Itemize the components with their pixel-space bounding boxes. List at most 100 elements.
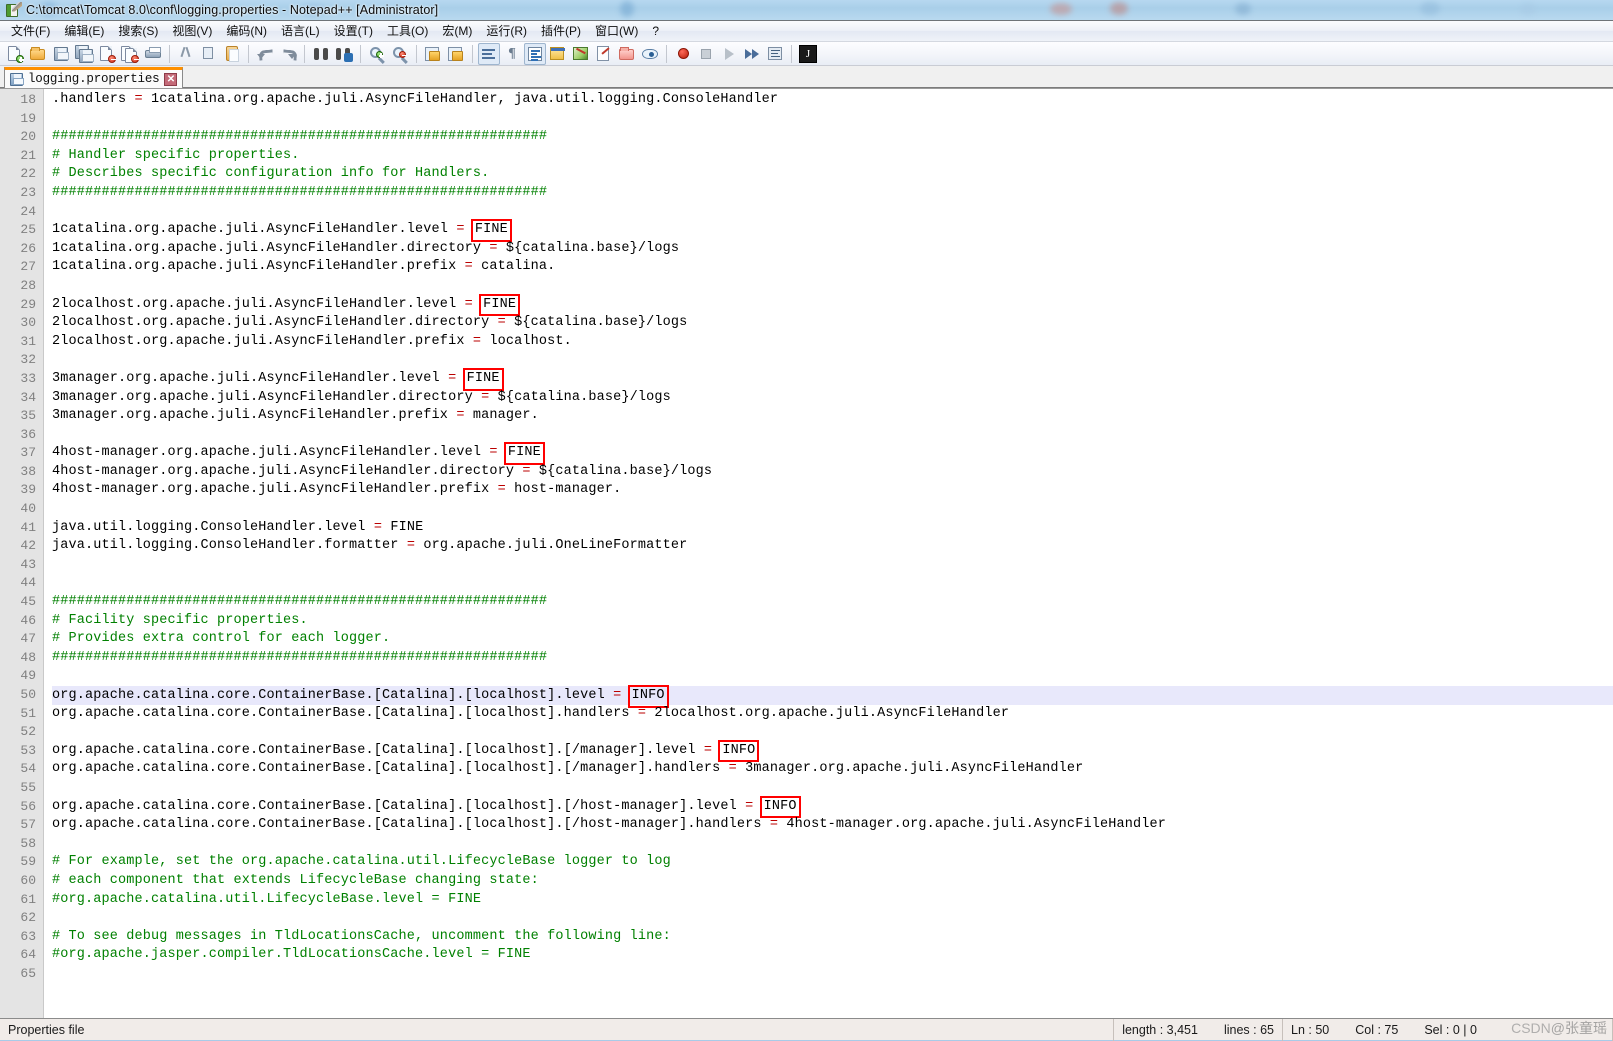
code-line[interactable]	[52, 835, 1613, 854]
code-line[interactable]: .handlers = 1catalina.org.apache.juli.As…	[52, 91, 1613, 110]
menu-window[interactable]: 窗口(W)	[588, 20, 645, 42]
sync-horizontal-scroll-icon[interactable]	[445, 43, 467, 65]
code-line[interactable]	[52, 909, 1613, 928]
code-line[interactable]: ########################################…	[52, 184, 1613, 203]
sync-vertical-scroll-icon[interactable]	[422, 43, 444, 65]
code-line[interactable]	[52, 723, 1613, 742]
run-icon[interactable]: J	[797, 43, 819, 65]
menu-encoding[interactable]: 编码(N)	[219, 20, 274, 42]
code-line[interactable]	[52, 426, 1613, 445]
save-all-icon[interactable]	[73, 43, 95, 65]
run-macro-multiple-icon[interactable]	[741, 43, 763, 65]
line-number: 46	[20, 612, 36, 628]
code-line[interactable]	[52, 351, 1613, 370]
copy-icon[interactable]	[198, 43, 220, 65]
code-line[interactable]: org.apache.catalina.core.ContainerBase.[…	[52, 685, 1613, 708]
title-bar[interactable]: C:\tomcat\Tomcat 8.0\conf\logging.proper…	[0, 0, 1613, 20]
folder-as-workspace-icon[interactable]	[616, 43, 638, 65]
code-line[interactable]	[52, 500, 1613, 519]
close-file-icon[interactable]	[96, 43, 118, 65]
menu-view[interactable]: 视图(V)	[165, 20, 219, 42]
zoom-in-icon[interactable]	[366, 43, 388, 65]
zoom-out-icon[interactable]	[389, 43, 411, 65]
function-list-icon[interactable]	[593, 43, 615, 65]
code-line[interactable]: #org.apache.jasper.compiler.TldLocations…	[52, 946, 1613, 965]
menu-file[interactable]: 文件(F)	[4, 20, 57, 42]
cut-icon[interactable]	[175, 43, 197, 65]
code-line[interactable]: org.apache.catalina.core.ContainerBase.[…	[52, 739, 1613, 763]
code-line[interactable]: # Handler specific properties.	[52, 147, 1613, 166]
word-wrap-icon[interactable]	[478, 42, 500, 65]
code-line[interactable]: 3manager.org.apache.juli.AsyncFileHandle…	[52, 389, 1613, 408]
code-line[interactable]: 3manager.org.apache.juli.AsyncFileHandle…	[52, 367, 1613, 391]
replace-icon[interactable]	[333, 43, 355, 65]
menu-tools[interactable]: 工具(O)	[380, 20, 435, 42]
redo-icon[interactable]	[277, 43, 299, 65]
close-all-files-icon[interactable]	[119, 43, 141, 65]
code-line[interactable]: 1catalina.org.apache.juli.AsyncFileHandl…	[52, 219, 1613, 242]
operator-equals: =	[464, 296, 473, 312]
code-line[interactable]	[52, 667, 1613, 686]
user-defined-dialog-icon[interactable]	[547, 43, 569, 65]
stop-recording-icon[interactable]	[695, 43, 717, 65]
code-line[interactable]: 4host-manager.org.apache.juli.AsyncFileH…	[52, 442, 1613, 465]
editor-area[interactable]: 18 19 20 21 22 23 24 25 26 27 28 29 30 31 32 33 34 35 36 37…	[0, 88, 1613, 1018]
code-line[interactable]: 1catalina.org.apache.juli.AsyncFileHandl…	[52, 240, 1613, 259]
playback-macro-icon[interactable]	[718, 43, 740, 65]
new-file-icon[interactable]	[4, 43, 26, 65]
paste-icon[interactable]	[221, 43, 243, 65]
menu-help[interactable]: ?	[645, 22, 666, 41]
code-line[interactable]: org.apache.catalina.core.ContainerBase.[…	[52, 795, 1613, 819]
open-file-icon[interactable]	[27, 43, 49, 65]
code-line[interactable]: 4host-manager.org.apache.juli.AsyncFileH…	[52, 463, 1613, 482]
code-line[interactable]: 1catalina.org.apache.juli.AsyncFileHandl…	[52, 258, 1613, 277]
code-line[interactable]: org.apache.catalina.core.ContainerBase.[…	[52, 705, 1613, 724]
menu-run[interactable]: 运行(R)	[479, 20, 534, 42]
record-macro-icon[interactable]	[672, 43, 694, 65]
code-line[interactable]	[52, 203, 1613, 222]
undo-icon[interactable]	[254, 43, 276, 65]
show-all-characters-icon[interactable]: ¶	[501, 43, 523, 65]
code-line[interactable]: ########################################…	[52, 593, 1613, 612]
code-line[interactable]: org.apache.catalina.core.ContainerBase.[…	[52, 760, 1613, 779]
code-line[interactable]	[52, 779, 1613, 798]
print-icon[interactable]	[142, 43, 164, 65]
code-line[interactable]: 4host-manager.org.apache.juli.AsyncFileH…	[52, 481, 1613, 500]
code-line[interactable]: java.util.logging.ConsoleHandler.formatt…	[52, 537, 1613, 556]
code-line[interactable]: org.apache.catalina.core.ContainerBase.[…	[52, 816, 1613, 835]
code-line[interactable]: #org.apache.catalina.util.LifecycleBase.…	[52, 891, 1613, 910]
code-line[interactable]	[52, 277, 1613, 296]
save-macro-icon[interactable]	[764, 43, 786, 65]
tab-logging-properties[interactable]: logging.properties ✕	[4, 67, 184, 88]
code-line[interactable]: ########################################…	[52, 128, 1613, 147]
code-line[interactable]: 2localhost.org.apache.juli.AsyncFileHand…	[52, 293, 1613, 317]
code-line[interactable]: # To see debug messages in TldLocationsC…	[52, 928, 1613, 947]
menu-edit[interactable]: 编辑(E)	[57, 20, 111, 42]
code-line[interactable]: # Provides extra control for each logger…	[52, 630, 1613, 649]
code-line[interactable]	[52, 110, 1613, 129]
code-line[interactable]: # each component that extends LifecycleB…	[52, 872, 1613, 891]
document-map-icon[interactable]	[570, 43, 592, 65]
code-line[interactable]: 2localhost.org.apache.juli.AsyncFileHand…	[52, 314, 1613, 333]
code-content[interactable]: .handlers = 1catalina.org.apache.juli.As…	[44, 89, 1613, 1018]
code-line[interactable]: # Facility specific properties.	[52, 612, 1613, 631]
code-line[interactable]	[52, 965, 1613, 984]
code-line[interactable]: java.util.logging.ConsoleHandler.level =…	[52, 519, 1613, 538]
monitoring-icon[interactable]	[639, 43, 661, 65]
code-line[interactable]: # For example, set the org.apache.catali…	[52, 853, 1613, 872]
code-line[interactable]: # Describes specific configuration info …	[52, 165, 1613, 184]
menu-macro[interactable]: 宏(M)	[435, 20, 479, 42]
menu-language[interactable]: 语言(L)	[274, 20, 327, 42]
code-line[interactable]	[52, 556, 1613, 575]
close-tab-icon[interactable]: ✕	[164, 72, 178, 86]
menu-plugins[interactable]: 插件(P)	[534, 20, 588, 42]
code-line[interactable]: 2localhost.org.apache.juli.AsyncFileHand…	[52, 333, 1613, 352]
menu-settings[interactable]: 设置(T)	[327, 20, 380, 42]
indent-guideline-icon[interactable]	[524, 42, 546, 65]
menu-search[interactable]: 搜索(S)	[111, 20, 165, 42]
save-icon[interactable]	[50, 43, 72, 65]
code-line[interactable]: 3manager.org.apache.juli.AsyncFileHandle…	[52, 407, 1613, 426]
code-line[interactable]	[52, 574, 1613, 593]
find-icon[interactable]	[310, 43, 332, 65]
code-line[interactable]: ########################################…	[52, 649, 1613, 668]
